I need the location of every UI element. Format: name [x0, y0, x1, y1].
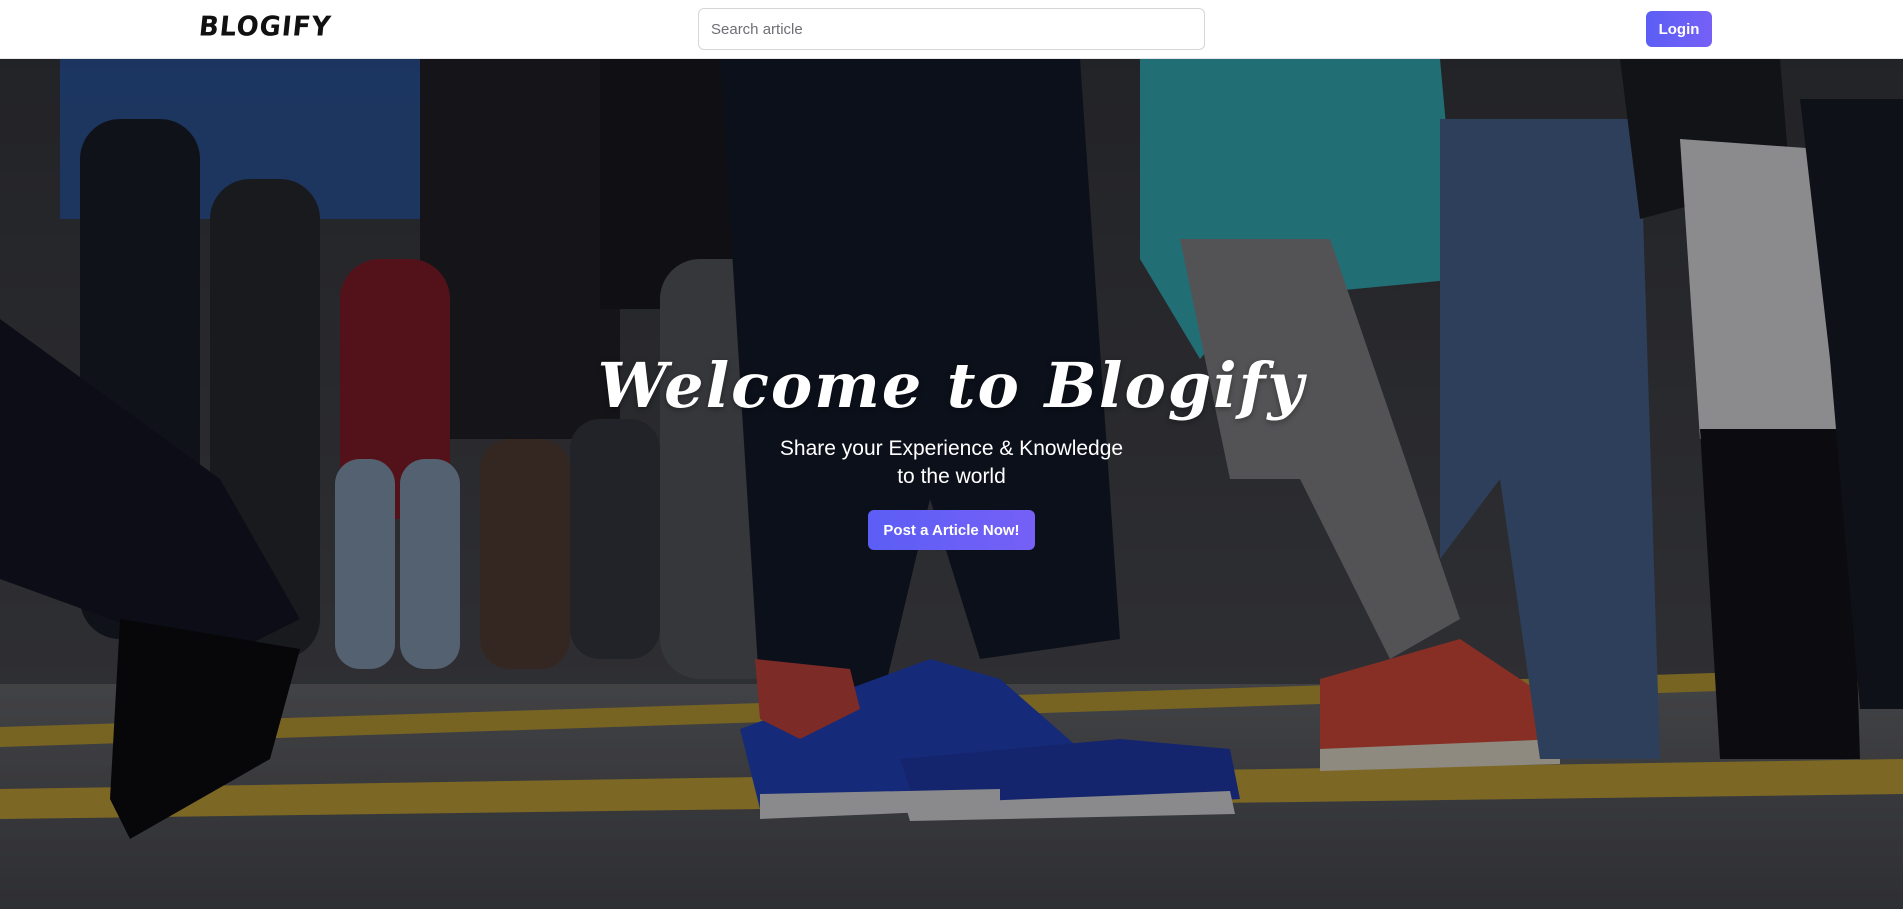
hero-section: Welcome to Blogify Share your Experience… — [0, 59, 1903, 909]
hero-subtitle-line-2: to the world — [897, 465, 1006, 488]
navbar: BLOGIFY Login — [0, 0, 1903, 59]
logo[interactable]: BLOGIFY — [197, 11, 332, 43]
search-input[interactable] — [698, 8, 1205, 50]
post-article-button[interactable]: Post a Article Now! — [868, 510, 1035, 550]
hero-content: Welcome to Blogify Share your Experience… — [0, 59, 1903, 909]
hero-subtitle: Share your Experience & Knowledge to the… — [0, 435, 1903, 491]
hero-title: Welcome to Blogify — [597, 349, 1306, 422]
hero-subtitle-line-1: Share your Experience & Knowledge — [779, 437, 1124, 460]
login-button[interactable]: Login — [1646, 11, 1712, 47]
